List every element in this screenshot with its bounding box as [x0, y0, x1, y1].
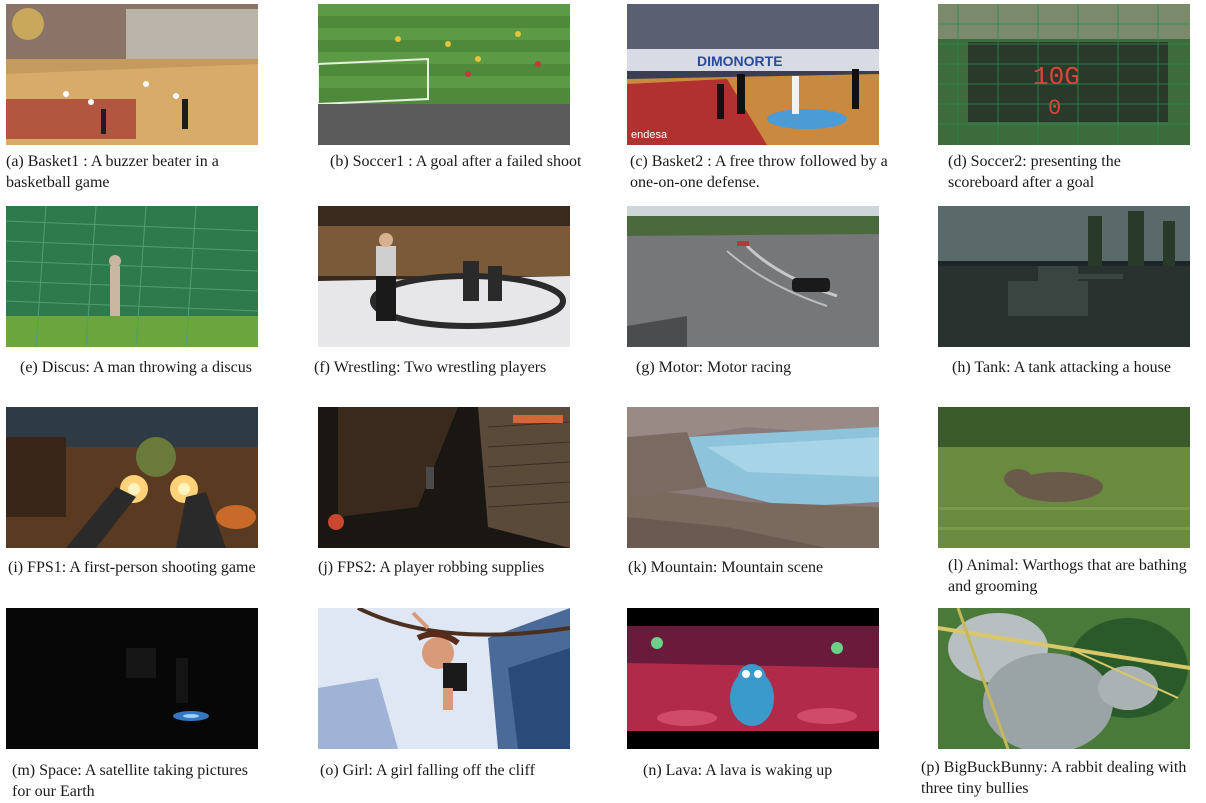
endesa-sponsor: endesa — [631, 129, 668, 141]
motor-racing-image — [627, 206, 879, 347]
girl-falling-image — [318, 608, 570, 749]
fps1-image — [6, 407, 258, 548]
tank-image — [938, 206, 1190, 347]
scoreboard-bottom-text: 0 — [1048, 96, 1061, 121]
panel-f-caption: (f) Wrestling: Two wrestling players — [314, 359, 547, 376]
basketball-buzzer-image — [6, 4, 258, 145]
scoreboard-top-text: 10G — [1033, 62, 1080, 92]
panel-e-caption: (e) Discus: A man throwing a discus — [20, 359, 252, 376]
panel-p-caption: (p) BigBuckBunny: A rabbit dealing with … — [921, 759, 1187, 797]
panel-m-caption: (m) Space: A satellite taking pictures f… — [12, 762, 248, 800]
panel-l-caption: (l) Animal: Warthogs that are bathing an… — [948, 557, 1187, 595]
dimonorte-banner: DIMONORTE — [697, 53, 783, 69]
fps2-image — [318, 407, 570, 548]
panel-j-caption: (j) FPS2: A player robbing supplies — [318, 559, 545, 576]
basketball-freethrow-image: DIMONORTE endesa — [627, 4, 879, 145]
warthog-image — [938, 407, 1190, 548]
lava-image — [627, 608, 879, 749]
mountain-image — [627, 407, 879, 548]
figure-grid: (a) Basket1 : A buzzer beater in a baske… — [0, 0, 1206, 803]
panel-a-caption: (a) Basket1 : A buzzer beater in a baske… — [6, 153, 219, 191]
panel-h-caption: (h) Tank: A tank attacking a house — [952, 359, 1171, 376]
panel-n-caption: (n) Lava: A lava is waking up — [643, 762, 833, 779]
soccer-scoreboard-image: 10G 0 — [938, 4, 1190, 145]
panel-i-caption: (i) FPS1: A first-person shooting game — [8, 559, 256, 576]
discus-image — [6, 206, 258, 347]
bigbuckbunny-image — [938, 608, 1190, 749]
wrestling-image — [318, 206, 570, 347]
space-image — [6, 608, 258, 749]
soccer-goal-image — [318, 4, 570, 145]
panel-b-caption: (b) Soccer1 : A goal after a failed shoo… — [330, 153, 582, 170]
panel-d-caption: (d) Soccer2: presenting the scoreboard a… — [948, 153, 1121, 191]
panel-g-caption: (g) Motor: Motor racing — [636, 359, 792, 376]
panel-c-caption: (c) Basket2 : A free throw followed by a… — [630, 153, 888, 191]
panel-o-caption: (o) Girl: A girl falling off the cliff — [320, 762, 535, 779]
panel-k-caption: (k) Mountain: Mountain scene — [628, 559, 824, 576]
